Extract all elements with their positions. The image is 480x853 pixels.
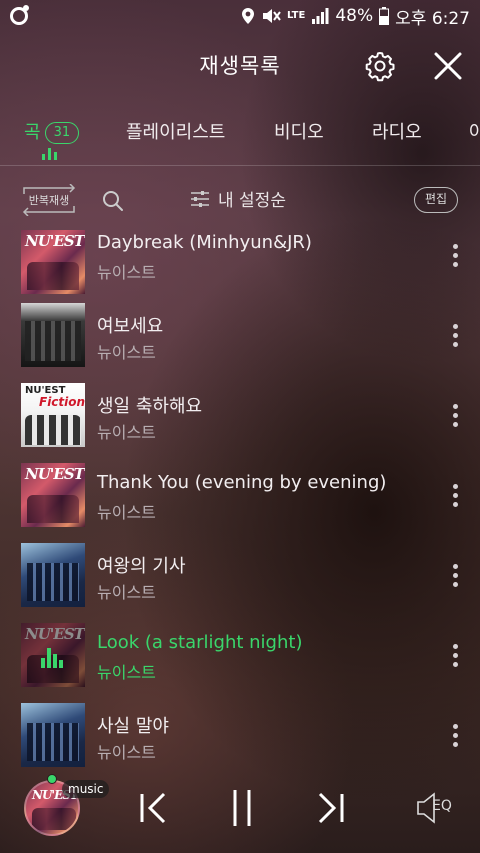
more-options-icon[interactable]: [452, 724, 460, 748]
list-item[interactable]: 여보세요 뉴이스트: [0, 302, 480, 382]
more-options-icon[interactable]: [452, 564, 460, 588]
album-art-text: NU'EST: [25, 625, 85, 643]
tab-more[interactable]: 아: [469, 118, 480, 144]
tab-bar: 곡 31 플레이리스트 비디오 라디오 아: [0, 104, 480, 166]
previous-button[interactable]: [134, 786, 174, 830]
tab-label: 곡: [24, 122, 41, 143]
song-artist: 뉴이스트: [97, 503, 156, 522]
repeat-button[interactable]: 반복재생: [20, 184, 78, 216]
song-title: Daybreak (Minhyun&JR): [97, 232, 312, 253]
song-title: 여왕의 기사: [97, 556, 186, 577]
song-title: 여보세요: [97, 316, 164, 337]
next-button[interactable]: [310, 786, 350, 830]
more-options-icon[interactable]: [452, 324, 460, 348]
song-artist: 뉴이스트: [97, 423, 156, 442]
song-artist: 뉴이스트: [97, 743, 156, 762]
tab-radio[interactable]: 라디오: [372, 118, 422, 144]
list-item[interactable]: 사실 말야 뉴이스트: [0, 702, 480, 770]
search-icon[interactable]: [102, 190, 124, 212]
list-item[interactable]: NU'EST Daybreak (Minhyun&JR) 뉴이스트: [0, 222, 480, 302]
gear-icon[interactable]: [364, 50, 396, 82]
close-icon[interactable]: [430, 48, 466, 84]
list-toolbar: 반복재생 내 설정순 편집: [0, 180, 480, 220]
sort-label: 내 설정순: [218, 191, 286, 211]
list-item-now-playing[interactable]: NU'EST Look (a starlight night) 뉴이스트: [0, 622, 480, 702]
album-art: [21, 543, 85, 607]
song-list[interactable]: NU'EST Daybreak (Minhyun&JR) 뉴이스트 여보세요 뉴…: [0, 222, 480, 770]
song-title: 사실 말야: [97, 716, 169, 737]
album-art: NU'EST Fiction: [21, 383, 85, 447]
list-item[interactable]: NU'EST Thank You (evening by evening) 뉴이…: [0, 462, 480, 542]
location-icon: [241, 8, 254, 24]
song-artist: 뉴이스트: [97, 583, 156, 602]
music-tag: music: [62, 780, 110, 798]
more-options-icon[interactable]: [452, 484, 460, 508]
more-options-icon[interactable]: [452, 404, 460, 428]
list-item[interactable]: 여왕의 기사 뉴이스트: [0, 542, 480, 622]
repeat-label: 반복재생: [28, 194, 70, 207]
album-art: [21, 703, 85, 767]
song-title: Look (a starlight night): [97, 632, 303, 653]
album-art: NU'EST: [21, 463, 85, 527]
album-art-subtext: Fiction: [39, 395, 85, 409]
active-dot: [47, 774, 57, 784]
song-title: 생일 축하해요: [97, 396, 203, 417]
network-type: LTE: [286, 10, 306, 21]
edit-button[interactable]: 편집: [414, 187, 458, 213]
album-art-text: NU'EST: [25, 232, 85, 250]
playing-indicator-icon: [42, 148, 58, 160]
tab-songs[interactable]: 곡 31: [24, 118, 80, 144]
tab-playlists[interactable]: 플레이리스트: [126, 118, 225, 144]
pause-button[interactable]: [222, 786, 262, 830]
song-artist: 뉴이스트: [97, 343, 156, 362]
mute-icon: [262, 9, 281, 23]
mini-player: NU'EST music EQ: [0, 770, 480, 853]
app-icon: [10, 5, 29, 25]
sort-button[interactable]: 내 설정순: [190, 186, 286, 211]
eq-label: EQ: [432, 798, 452, 814]
sort-icon: [191, 190, 209, 207]
header: 재생목록: [0, 32, 480, 100]
song-artist: 뉴이스트: [97, 263, 156, 282]
battery-percent: 48%: [335, 6, 374, 26]
song-count-badge: 31: [44, 122, 80, 144]
album-art: NU'EST: [21, 230, 85, 294]
signal-icon: [312, 8, 329, 24]
status-bar: LTE 48% 오후 6:27: [0, 0, 480, 32]
album-art: [21, 303, 85, 367]
battery-icon: [379, 7, 390, 25]
tab-videos[interactable]: 비디오: [274, 118, 324, 144]
more-options-icon[interactable]: [452, 644, 460, 668]
clock: 오후 6:27: [395, 8, 470, 29]
eq-button[interactable]: EQ: [414, 790, 460, 826]
list-item[interactable]: NU'EST Fiction 생일 축하해요 뉴이스트: [0, 382, 480, 462]
now-playing-icon: [41, 644, 65, 668]
page-title: 재생목록: [199, 54, 281, 78]
song-artist: 뉴이스트: [97, 663, 156, 682]
album-art-text: NU'EST: [25, 465, 85, 483]
more-options-icon[interactable]: [452, 244, 460, 268]
song-title: Thank You (evening by evening): [97, 472, 387, 493]
